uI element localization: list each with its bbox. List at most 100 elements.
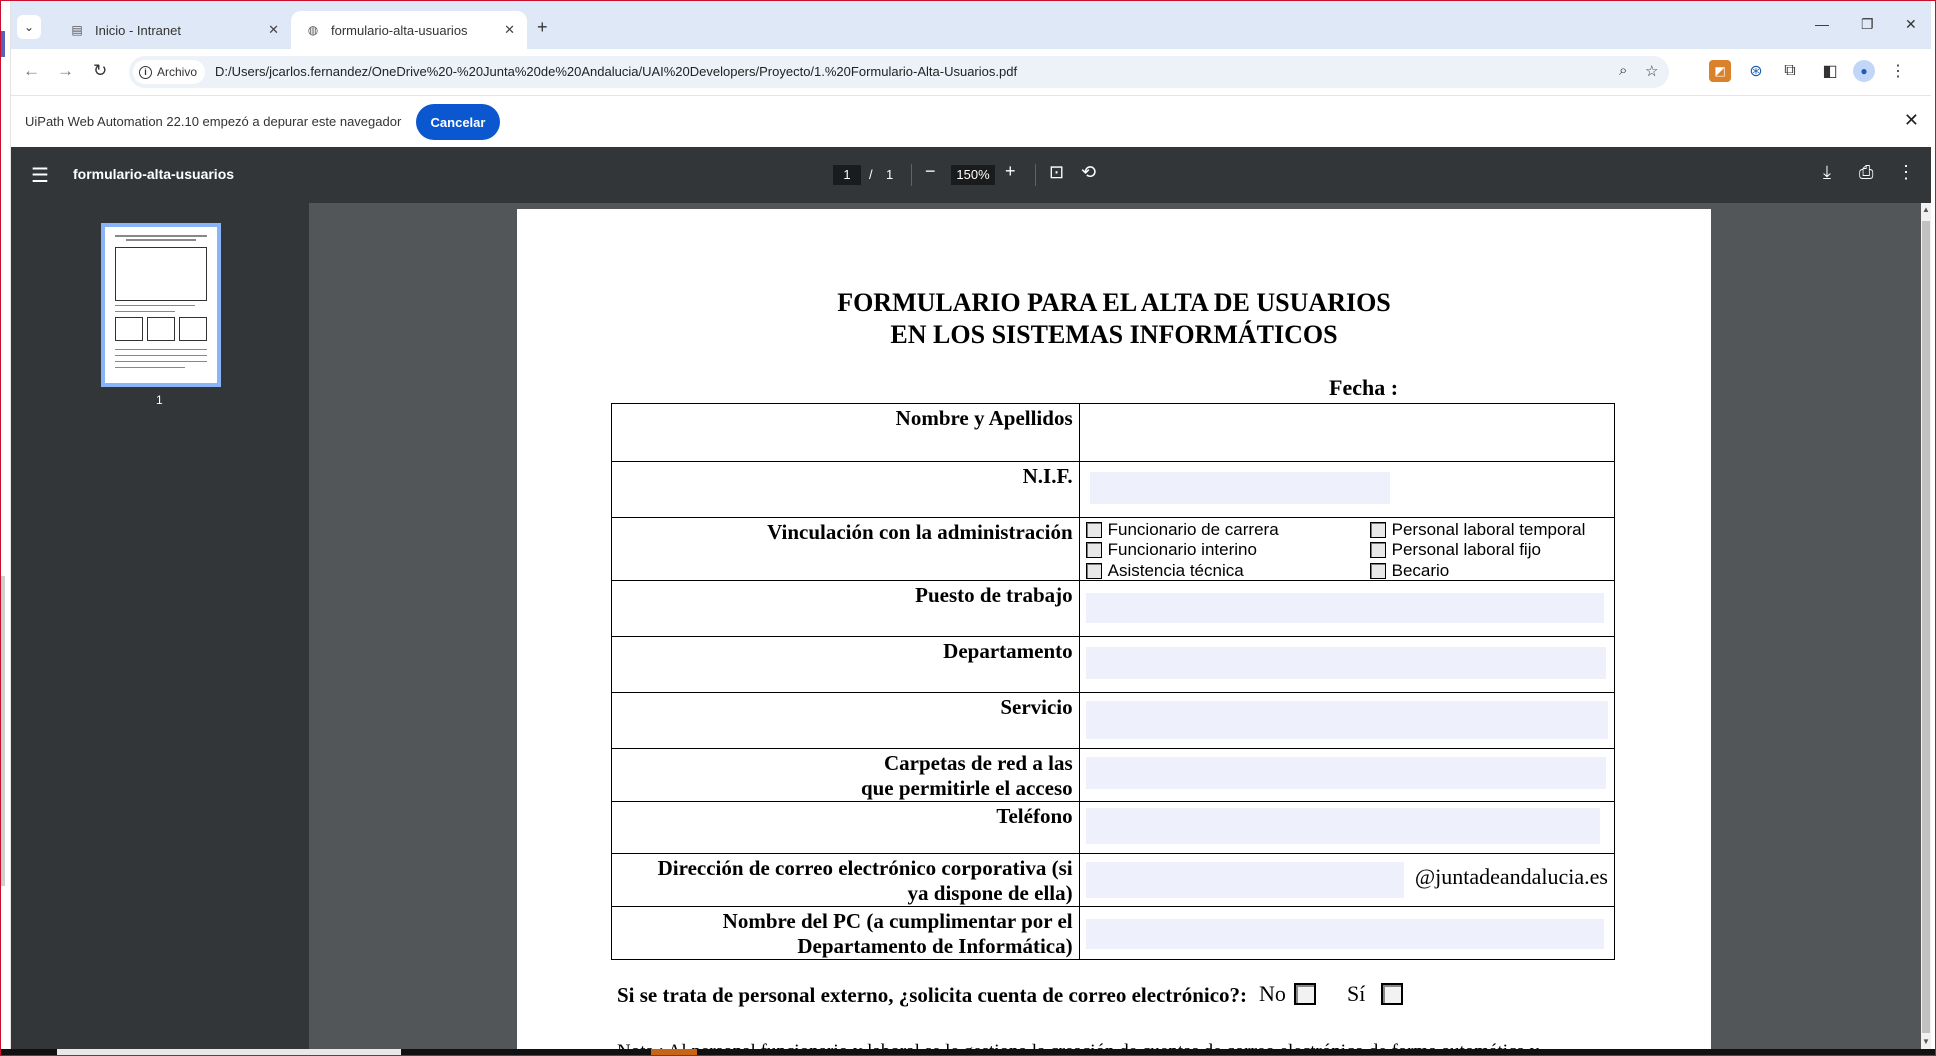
puesto-field[interactable] xyxy=(1085,593,1604,623)
correo-line-2: ya dispone de ella) xyxy=(907,881,1073,905)
thumb-line xyxy=(115,349,207,350)
external-question: Si se trata de personal externo, ¿solici… xyxy=(617,983,1247,1008)
becario-checkbox[interactable]: Becario xyxy=(1369,561,1449,581)
window-close-button[interactable]: ✕ xyxy=(1905,16,1917,33)
extension-globe-icon[interactable]: ⊛ xyxy=(1745,60,1767,82)
correo-line-1: Dirección de correo electrónico corporat… xyxy=(657,856,1073,880)
checkbox-icon xyxy=(1369,522,1386,538)
print-icon[interactable]: ⎙ xyxy=(1859,162,1873,183)
divider xyxy=(1035,164,1036,186)
menu-icon[interactable]: ☰ xyxy=(31,163,49,188)
tab-title: formulario-alta-usuarios xyxy=(331,22,468,38)
title-line-1: FORMULARIO PARA EL ALTA DE USUARIOS xyxy=(837,288,1391,317)
extension-uipath-icon[interactable]: ◩ xyxy=(1709,60,1731,82)
scrollbar-thumb[interactable] xyxy=(1922,221,1930,1033)
close-icon[interactable]: ✕ xyxy=(1904,110,1919,131)
servicio-field[interactable] xyxy=(1085,701,1608,739)
nif-cell xyxy=(1078,461,1616,518)
info-icon: i xyxy=(139,65,152,79)
close-icon[interactable]: ✕ xyxy=(504,22,515,38)
left-edge xyxy=(1,1,11,1055)
laboral-fijo-checkbox[interactable]: Personal laboral fijo xyxy=(1369,540,1541,560)
checkbox-label: Personal laboral fijo xyxy=(1391,540,1541,559)
page-total: 1 xyxy=(886,167,894,182)
checkbox-label: Funcionario interino xyxy=(1107,540,1257,559)
close-icon[interactable]: ✕ xyxy=(268,22,279,38)
reload-button[interactable]: ↻ xyxy=(93,61,107,81)
carpetas-cell xyxy=(1078,748,1616,802)
puesto-label: Puesto de trabajo xyxy=(611,580,1080,637)
telefono-field[interactable] xyxy=(1085,808,1600,844)
thumbnail-label: 1 xyxy=(156,393,163,407)
page-number-input[interactable]: 1 xyxy=(833,165,861,185)
nombre-cell xyxy=(1078,403,1616,462)
thumb-box xyxy=(179,317,207,341)
more-options-icon[interactable]: ⋮ xyxy=(1897,162,1915,183)
funcionario-carrera-checkbox[interactable]: Funcionario de carrera xyxy=(1085,520,1279,540)
answer-no-checkbox[interactable]: No xyxy=(1259,981,1316,1007)
forward-button[interactable]: → xyxy=(57,61,74,81)
url-text[interactable]: D:/Users/jcarlos.fernandez/OneDrive%20-%… xyxy=(215,64,1017,79)
carpetas-field[interactable] xyxy=(1085,757,1606,789)
table-row: Teléfono xyxy=(611,801,1616,854)
checkbox-icon xyxy=(1369,563,1386,579)
page-separator: / xyxy=(869,167,873,182)
table-row: Carpetas de red a las que permitirle el … xyxy=(611,748,1616,802)
checkbox-label: Asistencia técnica xyxy=(1107,561,1244,580)
nif-field[interactable] xyxy=(1089,472,1390,504)
puesto-cell xyxy=(1078,580,1616,637)
puzzle-icon[interactable]: ⧉ xyxy=(1779,60,1801,82)
cancel-button[interactable]: Cancelar xyxy=(416,104,500,140)
pc-field[interactable] xyxy=(1085,919,1604,949)
table-row: Nombre del PC (a cumplimentar por el Dep… xyxy=(611,906,1616,960)
table-row: Dirección de correo electrónico corporat… xyxy=(611,853,1616,907)
thumbnail-sidebar: 1 xyxy=(11,203,309,1055)
arrow-right-icon: → xyxy=(57,61,74,80)
kebab-menu-icon[interactable]: ⋮ xyxy=(1887,60,1909,82)
checkbox-icon xyxy=(1085,542,1102,558)
restore-button[interactable]: ❐ xyxy=(1861,16,1874,33)
departamento-field[interactable] xyxy=(1085,647,1606,679)
address-bar[interactable]: i Archivo D:/Users/jcarlos.fernandez/One… xyxy=(129,56,1669,88)
scroll-down-icon[interactable]: ▼ xyxy=(1922,1037,1930,1046)
download-icon[interactable]: ⤓ xyxy=(1823,162,1831,183)
thumb-line xyxy=(115,355,207,356)
funcionario-interino-checkbox[interactable]: Funcionario interino xyxy=(1085,540,1257,560)
zoom-out-button[interactable]: − xyxy=(925,161,936,182)
edge-marker xyxy=(1,31,5,57)
site-info-chip[interactable]: i Archivo xyxy=(133,60,206,84)
page-thumbnail[interactable] xyxy=(101,223,221,387)
checkbox-icon xyxy=(1369,542,1386,558)
zoom-icon[interactable]: ⌕ xyxy=(1619,62,1627,79)
pdf-viewer[interactable]: FORMULARIO PARA EL ALTA DE USUARIOS EN L… xyxy=(309,203,1921,1055)
correo-field[interactable] xyxy=(1085,862,1404,898)
tab-inicio-intranet[interactable]: ▤ Inicio - Intranet ✕ xyxy=(55,11,291,49)
nombre-label: Nombre y Apellidos xyxy=(611,403,1080,462)
checkbox-icon xyxy=(1293,983,1316,1005)
answer-si-label: Sí xyxy=(1347,981,1366,1006)
reload-icon: ↻ xyxy=(93,61,108,80)
scroll-up-icon[interactable]: ▲ xyxy=(1922,205,1930,214)
viewer-scrollbar[interactable]: ▲ ▼ xyxy=(1921,203,1931,1049)
back-button[interactable]: ← xyxy=(23,61,40,81)
zoom-input[interactable]: 150% xyxy=(951,165,995,185)
title-line-2: EN LOS SISTEMAS INFORMÁTICOS xyxy=(890,320,1338,349)
answer-si-checkbox[interactable]: Sí xyxy=(1347,981,1404,1007)
address-toolbar: ← → ↻ i Archivo D:/Users/jcarlos.fernand… xyxy=(11,49,1931,95)
departamento-cell xyxy=(1078,636,1616,693)
new-tab-button[interactable]: + xyxy=(537,17,548,38)
tab-search-button[interactable]: ⌄ xyxy=(17,15,41,39)
laboral-temporal-checkbox[interactable]: Personal laboral temporal xyxy=(1369,520,1586,540)
asistencia-tecnica-checkbox[interactable]: Asistencia técnica xyxy=(1085,561,1244,581)
fit-page-icon[interactable]: ⊡ xyxy=(1049,162,1064,183)
profile-icon[interactable]: ● xyxy=(1853,60,1875,82)
checkbox-label: Personal laboral temporal xyxy=(1391,520,1586,539)
rotate-icon[interactable]: ⟲ xyxy=(1081,162,1096,183)
tab-formulario-alta-usuarios[interactable]: ◍ formulario-alta-usuarios ✕ xyxy=(291,11,527,49)
checkbox-icon xyxy=(1085,563,1102,579)
zoom-in-button[interactable]: + xyxy=(1005,161,1016,182)
side-panel-icon[interactable]: ◧ xyxy=(1819,60,1841,82)
document-title: FORMULARIO PARA EL ALTA DE USUARIOS EN L… xyxy=(517,287,1711,351)
minimize-button[interactable]: — xyxy=(1815,16,1829,32)
star-icon[interactable]: ☆ xyxy=(1645,62,1658,80)
